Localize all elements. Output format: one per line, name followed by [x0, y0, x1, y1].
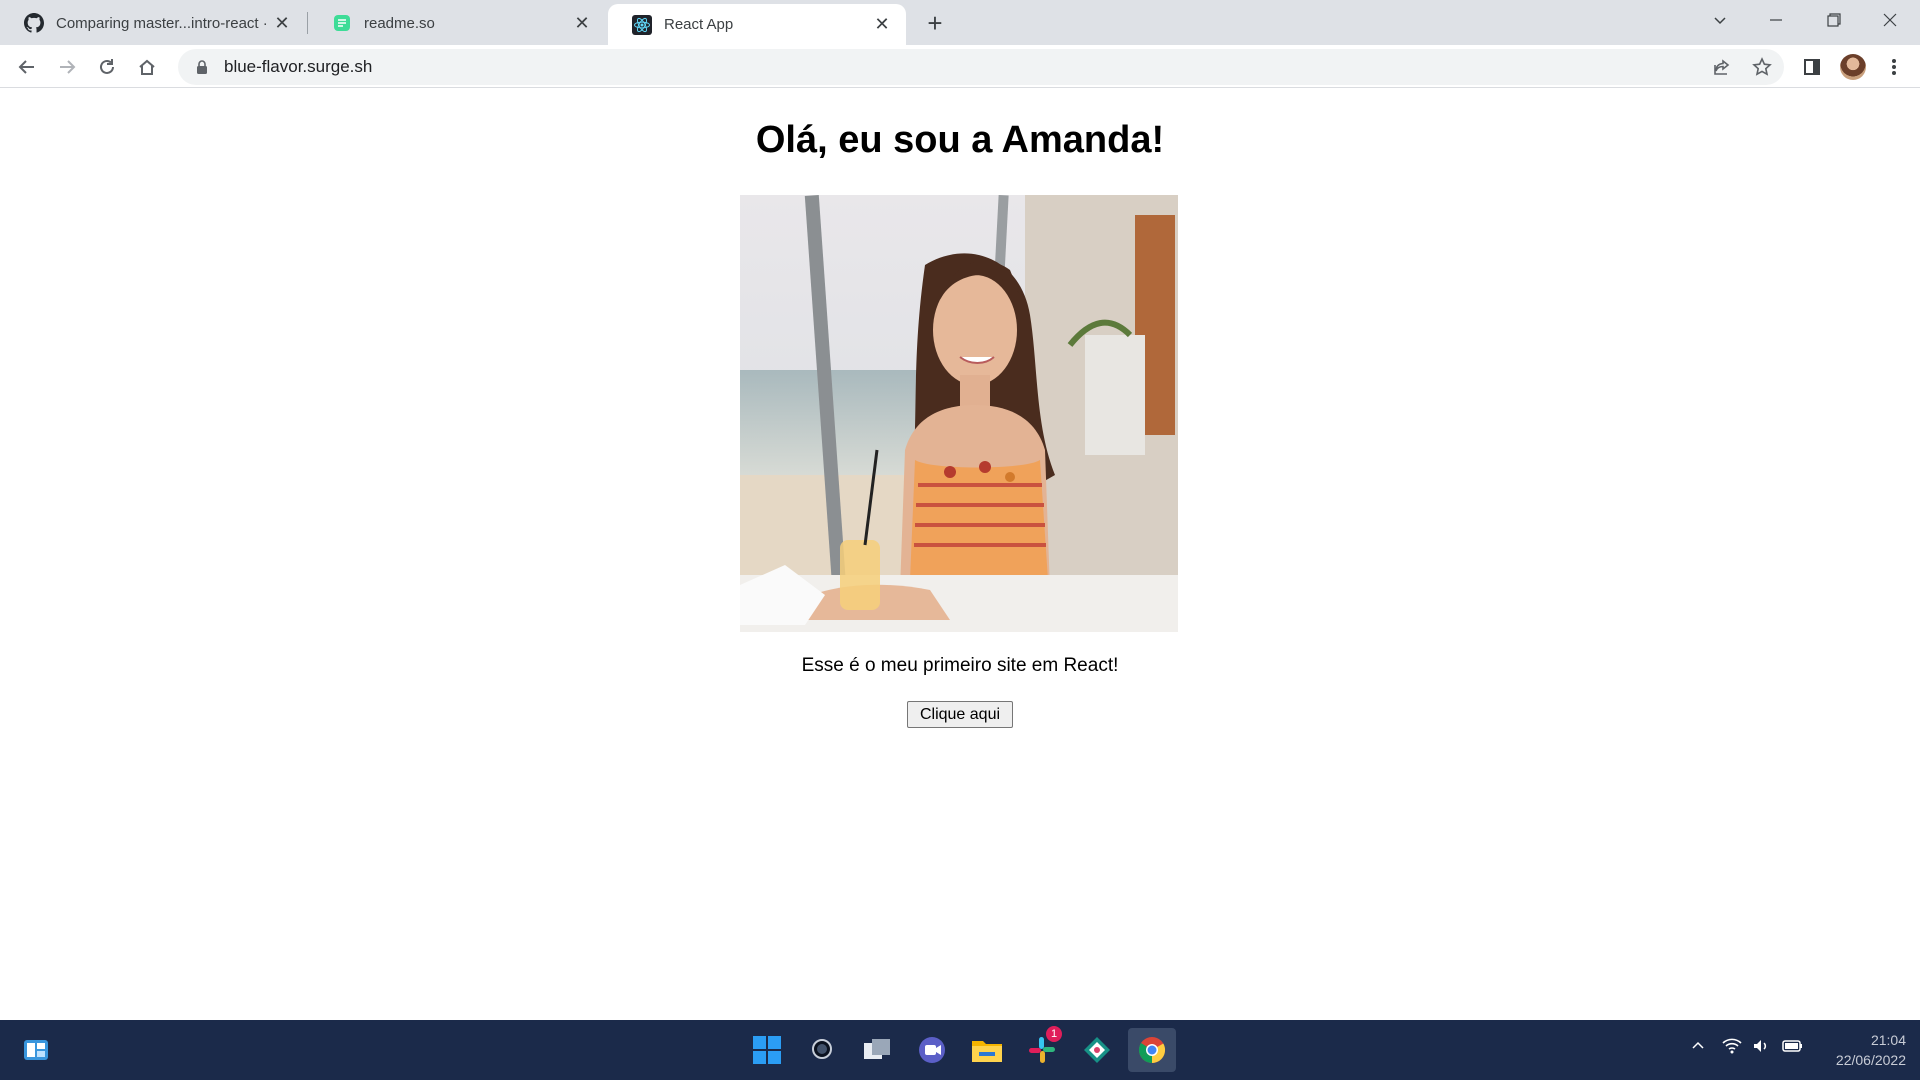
notification-badge: 1 [1046, 1026, 1062, 1042]
system-clock[interactable]: 21:04 22/06/2022 [1810, 1030, 1906, 1070]
clock-time: 21:04 [1870, 1032, 1906, 1048]
show-hidden-icons-icon[interactable] [1690, 1038, 1706, 1057]
kebab-menu-icon[interactable] [1878, 51, 1910, 83]
bookmark-star-icon[interactable] [1746, 51, 1778, 83]
browser-toolbar: blue-flavor.surge.sh [0, 45, 1920, 88]
back-arrow-icon[interactable] [11, 51, 43, 83]
task-view-icon[interactable] [855, 1028, 899, 1072]
close-tab-icon[interactable]: ✕ [270, 11, 294, 35]
page-subtitle: Esse é o meu primeiro site em React! [801, 655, 1119, 676]
clock-date: 22/06/2022 [1835, 1052, 1906, 1068]
reload-icon[interactable] [91, 51, 123, 83]
close-tab-icon[interactable]: ✕ [870, 13, 894, 37]
search-icon[interactable] [800, 1028, 844, 1072]
tab-react-app[interactable]: React App ✕ [608, 4, 906, 45]
wifi-icon[interactable] [1722, 1038, 1742, 1057]
new-tab-button[interactable]: + [920, 8, 950, 38]
react-icon [632, 14, 652, 35]
readme-so-icon [332, 13, 352, 33]
teams-chat-icon[interactable] [910, 1028, 954, 1072]
battery-icon[interactable] [1782, 1038, 1804, 1057]
git-kraken-icon[interactable] [1075, 1028, 1119, 1072]
windows-start-icon[interactable] [745, 1028, 789, 1072]
clique-aqui-button[interactable]: Clique aqui [907, 701, 1013, 728]
profile-photo [740, 195, 1178, 632]
github-icon [24, 13, 44, 33]
tab-title: React App [664, 16, 734, 33]
address-bar[interactable]: blue-flavor.surge.sh [178, 49, 1784, 85]
page-content: Olá, eu sou a Amanda! Esse é o meu prime… [0, 89, 1920, 1020]
restore-icon[interactable] [1806, 0, 1862, 40]
tab-strip: Comparing master...intro-react · ✕ readm… [0, 0, 1920, 45]
profile-avatar[interactable] [1840, 54, 1866, 80]
share-icon[interactable] [1706, 51, 1738, 83]
url-text[interactable]: blue-flavor.surge.sh [224, 57, 372, 77]
home-icon[interactable] [131, 51, 163, 83]
chrome-icon[interactable] [1128, 1028, 1176, 1072]
close-window-icon[interactable] [1862, 0, 1918, 40]
side-panel-icon[interactable] [1796, 51, 1828, 83]
slack-icon[interactable]: 1 [1020, 1026, 1064, 1072]
volume-icon[interactable] [1752, 1038, 1770, 1057]
tab-search-icon[interactable] [1692, 0, 1748, 40]
close-tab-icon[interactable]: ✕ [570, 11, 594, 35]
forward-arrow-icon[interactable] [51, 51, 83, 83]
tab-title: readme.so [364, 14, 435, 32]
windows-taskbar: 1 21:04 22/06/2022 [0, 1020, 1920, 1080]
widgets-icon[interactable] [14, 1028, 58, 1072]
tab-readme-so[interactable]: readme.so ✕ [308, 4, 606, 42]
file-explorer-icon[interactable] [965, 1028, 1009, 1072]
lock-icon[interactable] [192, 60, 212, 74]
tab-github[interactable]: Comparing master...intro-react · ✕ [0, 4, 306, 42]
minimize-icon[interactable] [1748, 0, 1804, 40]
tab-title: Comparing master...intro-react · [56, 14, 268, 32]
page-title: Olá, eu sou a Amanda! [755, 119, 1165, 161]
